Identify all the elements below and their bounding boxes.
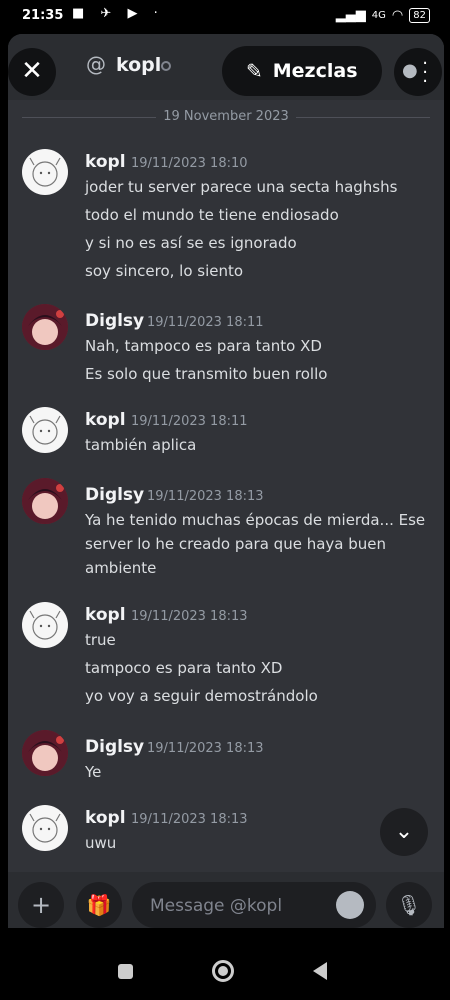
- channel-header: ✕ @ kopl ✎ Mezclas ● · · ·: [8, 34, 444, 100]
- avatar[interactable]: [22, 478, 68, 524]
- message-text: ambiente: [85, 559, 157, 577]
- chevron-down-icon: ⌄: [394, 819, 414, 844]
- voice-message-button[interactable]: 🎙: [386, 882, 432, 928]
- avatar[interactable]: [22, 304, 68, 350]
- notification-icons: ■ ✈ ▶ ·: [72, 6, 164, 21]
- add-attachment-button[interactable]: +: [18, 882, 64, 928]
- author-name[interactable]: Diglsy: [85, 737, 144, 757]
- kebab-icon: · · ·: [422, 53, 428, 92]
- back-icon[interactable]: [313, 962, 327, 980]
- message-input[interactable]: Message @kopl: [132, 882, 376, 928]
- anime-avatar-icon: [22, 478, 68, 524]
- status-bar: 21:35 ■ ✈ ▶ · ▂▄▆ 4G ◠ 82: [0, 0, 450, 34]
- message-text: joder tu server parece una secta haghshs: [85, 178, 398, 196]
- goat-avatar-icon: [29, 415, 61, 445]
- message-text: y si no es así se es ignorado: [85, 234, 297, 252]
- plus-icon: +: [30, 891, 52, 919]
- anime-avatar-icon: [22, 304, 68, 350]
- goat-avatar-icon: [29, 610, 61, 640]
- message-composer: + 🎁 Message @kopl 🎙: [8, 872, 444, 928]
- avatar[interactable]: [22, 805, 68, 851]
- members-icon: ●: [402, 60, 418, 81]
- message-text: Ya he tenido muchas épocas de mierda... …: [85, 511, 426, 529]
- timestamp: 19/11/2023 18:13: [147, 489, 264, 504]
- timestamp: 19/11/2023 18:10: [131, 156, 248, 171]
- channel-name[interactable]: kopl: [116, 54, 161, 76]
- network-type: 4G: [371, 10, 386, 21]
- jump-to-bottom-button[interactable]: ⌄: [380, 808, 428, 856]
- timestamp: 19/11/2023 18:11: [147, 315, 264, 330]
- avatar[interactable]: [22, 407, 68, 453]
- author-name[interactable]: Diglsy: [85, 485, 144, 505]
- dm-screen: ✕ @ kopl ✎ Mezclas ● · · · 19 November 202…: [8, 34, 444, 928]
- message-text: tampoco es para tanto XD: [85, 659, 283, 677]
- android-nav-bar: [0, 928, 450, 1000]
- gift-button[interactable]: 🎁: [76, 882, 122, 928]
- microphone-icon: 🎙: [396, 893, 422, 917]
- at-icon: @: [86, 52, 106, 76]
- message-placeholder: Message @kopl: [150, 896, 283, 916]
- gift-icon: 🎁: [86, 893, 112, 917]
- author-name[interactable]: Diglsy: [85, 311, 144, 331]
- message-text: uwu: [85, 834, 117, 852]
- close-button[interactable]: ✕: [8, 48, 56, 96]
- emoji-icon[interactable]: [336, 891, 364, 919]
- timestamp: 19/11/2023 18:13: [147, 741, 264, 756]
- author-name[interactable]: kopl: [85, 808, 126, 828]
- message-text: yo voy a seguir demostrándolo: [85, 687, 318, 705]
- author-name[interactable]: kopl: [85, 152, 126, 172]
- timestamp: 19/11/2023 18:13: [131, 609, 248, 624]
- goat-avatar-icon: [29, 157, 61, 187]
- message-text: todo el mundo te tiene endiosado: [85, 206, 339, 224]
- anime-avatar-icon: [22, 730, 68, 776]
- message-text: soy sincero, lo siento: [85, 262, 244, 280]
- avatar[interactable]: [22, 730, 68, 776]
- mezclas-button[interactable]: ✎ Mezclas: [222, 46, 382, 96]
- home-icon[interactable]: [212, 960, 234, 982]
- goat-avatar-icon: [29, 813, 61, 843]
- sparkle-pen-icon: ✎: [246, 59, 263, 83]
- avatar[interactable]: [22, 149, 68, 195]
- mezclas-label: Mezclas: [272, 60, 358, 82]
- message-text: server lo he creado para que haya buen: [85, 535, 387, 553]
- date-divider: 19 November 2023: [8, 108, 444, 126]
- signal-icon: ▂▄▆: [335, 8, 366, 23]
- message-text: Es solo que transmito buen rollo: [85, 365, 328, 383]
- recents-icon[interactable]: [118, 964, 133, 979]
- offline-status-icon: [161, 61, 171, 71]
- timestamp: 19/11/2023 18:13: [131, 812, 248, 827]
- author-name[interactable]: kopl: [85, 410, 126, 430]
- author-name[interactable]: kopl: [85, 605, 126, 625]
- wifi-icon: ◠: [391, 8, 404, 23]
- message-text: Ye: [85, 763, 102, 781]
- status-time: 21:35: [22, 8, 64, 23]
- message-text: también aplica: [85, 436, 197, 454]
- message-text: true: [85, 631, 116, 649]
- battery-icon: 82: [409, 8, 430, 23]
- more-options-button[interactable]: ● · · ·: [394, 48, 442, 96]
- message-text: Nah, tampoco es para tanto XD: [85, 337, 322, 355]
- avatar[interactable]: [22, 602, 68, 648]
- timestamp: 19/11/2023 18:11: [131, 414, 248, 429]
